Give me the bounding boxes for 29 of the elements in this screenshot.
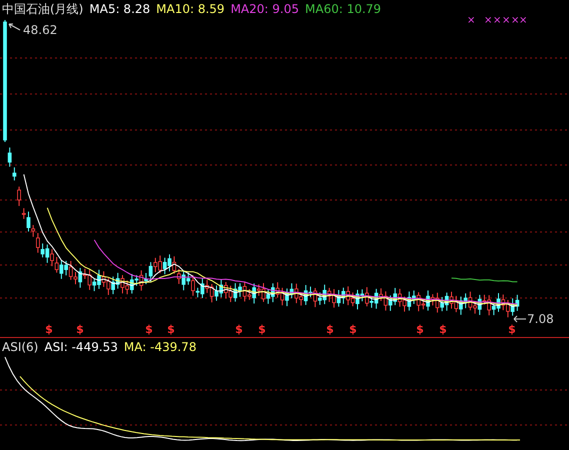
- high-arrow-icon: [8, 24, 20, 30]
- signal-mark: $: [349, 323, 357, 336]
- low-price-label: 7.08: [527, 312, 554, 326]
- indicator-name: ASI(6): [2, 340, 38, 354]
- signal-mark: $: [416, 323, 424, 336]
- low-arrow-icon: [514, 316, 526, 322]
- cross-mark: ×: [502, 15, 510, 26]
- legend-value: MA20: 9.05: [230, 2, 299, 16]
- cross-mark: ×: [484, 15, 492, 26]
- cross-mark: ×: [493, 15, 502, 26]
- signal-mark: $: [258, 323, 266, 336]
- high-price-label: 48.62: [23, 23, 58, 37]
- indicator-value: ASI: -449.53: [44, 340, 118, 354]
- signal-mark: $: [508, 323, 516, 336]
- legend-value: MA5: 8.28: [89, 2, 150, 16]
- cross-mark: ×: [519, 15, 528, 26]
- signal-mark: $: [145, 323, 153, 336]
- signal-mark: $: [76, 323, 84, 336]
- signal-mark: $: [235, 323, 243, 336]
- signal-mark: $: [439, 323, 447, 336]
- cross-mark: ×: [467, 15, 476, 26]
- cross-mark: ×: [511, 15, 520, 26]
- signal-mark: $: [326, 323, 334, 336]
- chart-title: 中国石油(月线): [2, 2, 84, 16]
- legend-value: MA60: 10.79: [305, 2, 382, 16]
- signal-mark: $: [167, 323, 175, 336]
- legend-value: MA10: 8.59: [156, 2, 225, 16]
- signal-mark: $: [45, 323, 53, 336]
- indicator-value: MA: -439.78: [124, 340, 196, 354]
